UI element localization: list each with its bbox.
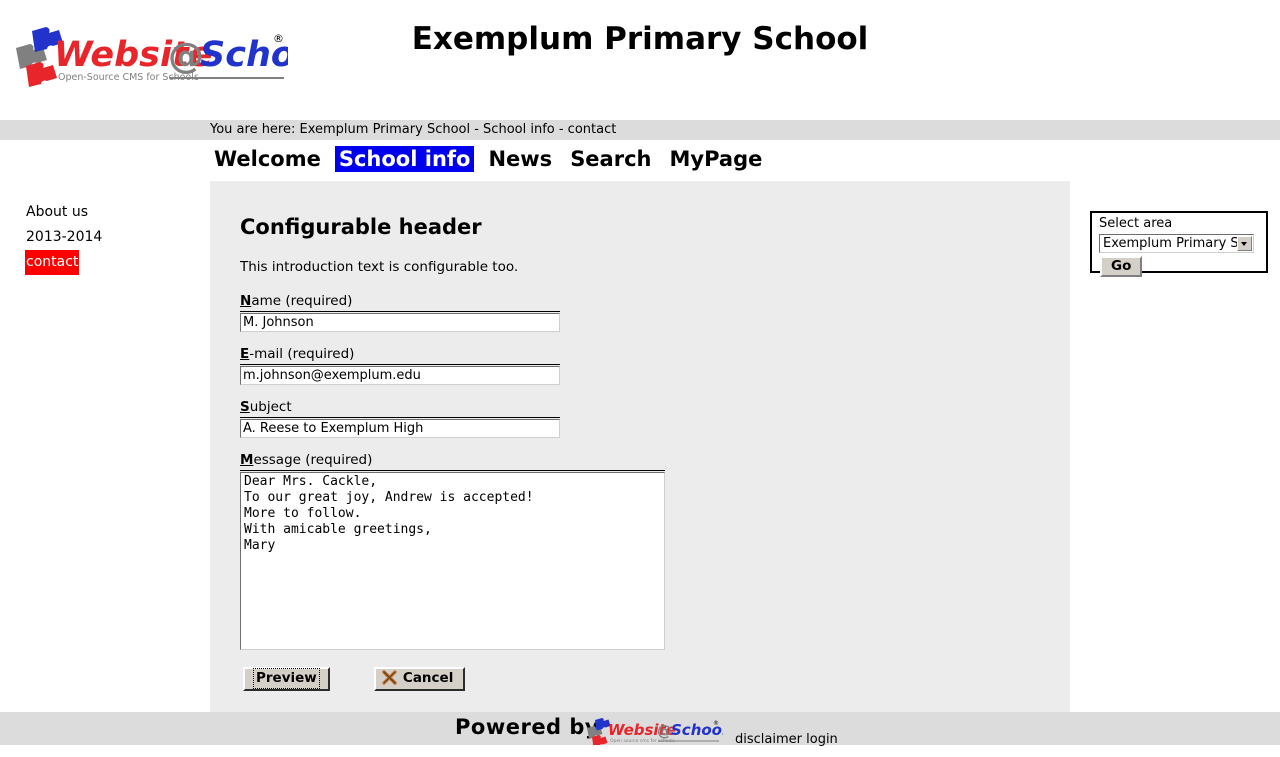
footer-link-login[interactable]: login [806,732,838,747]
breadcrumb-bar: You are here: Exemplum Primary School - … [0,120,1280,140]
breadcrumb: You are here: Exemplum Primary School - … [210,122,617,137]
accesskey-subject: S [240,399,250,415]
chevron-down-icon[interactable] [1237,236,1252,251]
subject-input[interactable] [240,419,560,438]
field-email: E-mail (required) [240,346,1030,385]
sidebar-item-contact[interactable]: contact [25,250,80,275]
select-area-title: Select area [1099,216,1173,231]
contact-form-container: Configurable header This introduction te… [240,215,1030,691]
svg-text:@: @ [657,722,672,740]
label-name: Name (required) [240,293,560,312]
field-subject: Subject [240,399,1030,438]
email-input[interactable] [240,366,560,385]
select-area-box: Select area Exemplum Primary School Go [1090,211,1268,277]
footer-puzzle-icon [587,718,611,748]
content-intro-text: This introduction text is configurable t… [240,259,519,275]
cancel-button[interactable]: Cancel [373,667,466,691]
powered-by-label: Powered by [455,715,600,739]
accesskey-name: N [240,293,252,309]
nav-item-mypage[interactable]: MyPage [665,146,766,172]
footer-link-disclaimer[interactable]: disclaimer [735,732,802,747]
main-navigation: Welcome School info News Search MyPage [210,146,776,180]
right-panel: Select area Exemplum Primary School Go [1070,181,1280,712]
svg-text:®: ® [713,720,719,727]
preview-button[interactable]: Preview [243,667,330,691]
area-select-dropdown[interactable]: Exemplum Primary School [1099,234,1254,253]
footer-links: disclaimer login [735,732,838,747]
preview-button-label: Preview [253,668,320,689]
sidebar-item-2013-2014[interactable]: 2013-2014 [25,225,103,250]
sidebar: About us 2013-2014 contact [0,181,210,712]
label-name-rest: ame (required) [251,293,353,309]
label-email-rest: -mail (required) [249,346,355,362]
page-title: Exemplum Primary School [411,21,869,57]
cancel-cross-icon [382,670,397,685]
site-banner: Website @ School ® Open-Source CMS for S… [0,0,1280,120]
name-input[interactable] [240,313,560,332]
field-name: Name (required) [240,293,1030,332]
go-button[interactable]: Go [1100,256,1143,277]
label-message-rest: essage (required) [253,452,373,468]
sidebar-item-about-us[interactable]: About us [25,200,89,225]
nav-item-welcome[interactable]: Welcome [210,146,325,172]
field-message: Message (required) Dear Mrs. Cackle, To … [240,452,1030,650]
accesskey-message: M [240,452,254,468]
label-subject-rest: ubject [249,399,292,415]
nav-item-news[interactable]: News [484,146,556,172]
nav-item-search[interactable]: Search [566,146,655,172]
label-email: E-mail (required) [240,346,560,365]
area-select-value: Exemplum Primary School [1103,236,1237,251]
message-textarea[interactable]: Dear Mrs. Cackle, To our great joy, Andr… [240,472,665,650]
accesskey-email: E [240,346,250,362]
form-buttons: Preview Cancel [240,667,1030,691]
footer-logo[interactable]: Website @ School ® Open source cms for s… [585,717,728,748]
label-subject: Subject [240,399,560,418]
cancel-button-label: Cancel [402,670,454,686]
nav-item-school-info[interactable]: School info [334,146,475,172]
sidebar-menu: About us 2013-2014 contact [25,200,205,275]
label-message: Message (required) [240,452,665,471]
site-footer: Powered by Website @ School ® Open sourc… [0,712,1280,748]
content-area: Configurable header This introduction te… [210,181,1070,712]
content-heading: Configurable header [240,215,482,239]
